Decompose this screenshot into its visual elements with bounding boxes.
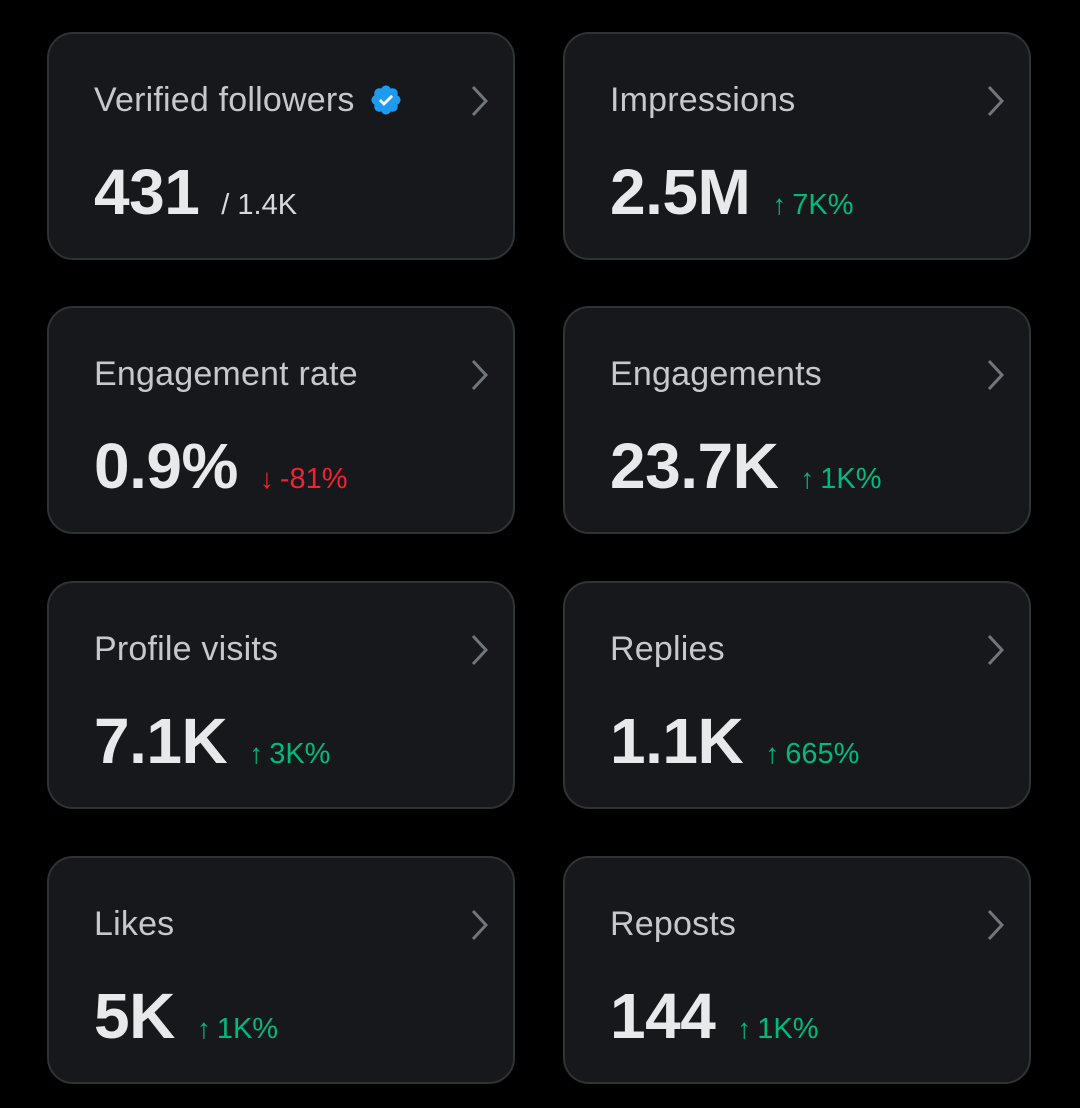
card-title: Engagement rate: [94, 355, 358, 393]
card-value: 0.9%: [94, 430, 238, 502]
change-value: -81%: [279, 463, 348, 495]
change-indicator: ↑ 1K%: [737, 1012, 818, 1046]
card-value-row: 23.7K ↑ 1K%: [610, 428, 882, 504]
card-value-row: 144 ↑ 1K%: [610, 978, 819, 1054]
chevron-right-icon: [471, 909, 489, 941]
arrow-down-icon: ↓: [259, 463, 274, 494]
change-indicator: ↑ 7K%: [772, 188, 853, 222]
change-value: 7K%: [792, 189, 854, 221]
card-title: Reposts: [610, 905, 737, 943]
change-indicator: ↑ 1K%: [800, 462, 881, 496]
arrow-up-icon: ↑: [737, 1013, 752, 1044]
change-value: 3K%: [269, 738, 331, 770]
card-value: 7.1K: [94, 705, 228, 777]
card-engagement-rate[interactable]: Engagement rate 0.9% ↓ -81%: [47, 306, 515, 534]
arrow-up-icon: ↑: [196, 1013, 211, 1044]
card-title: Replies: [610, 630, 725, 668]
card-value-row: 1.1K ↑ 665%: [610, 703, 859, 779]
arrow-up-icon: ↑: [772, 189, 787, 220]
change-value: 1K%: [757, 1013, 819, 1045]
card-value-row: 431 / 1.4K: [94, 154, 297, 230]
verified-badge-icon: [371, 85, 401, 115]
card-title-row: Engagement rate: [94, 354, 358, 394]
chevron-right-icon: [471, 634, 489, 666]
card-value: 144: [610, 980, 716, 1052]
card-title-row: Impressions: [610, 80, 795, 120]
arrow-up-icon: ↑: [800, 463, 815, 494]
analytics-grid: Verified followers 431 / 1.4K Impression…: [0, 0, 1080, 1108]
card-title: Profile visits: [94, 630, 279, 668]
card-value-row: 0.9% ↓ -81%: [94, 428, 348, 504]
chevron-right-icon: [471, 85, 489, 117]
card-title-row: Reposts: [610, 904, 736, 944]
card-impressions[interactable]: Impressions 2.5M ↑ 7K%: [563, 32, 1031, 260]
chevron-right-icon: [987, 359, 1005, 391]
card-title-row: Verified followers: [94, 80, 403, 120]
change-indicator: ↓ -81%: [260, 462, 348, 496]
card-reposts[interactable]: Reposts 144 ↑ 1K%: [563, 856, 1031, 1084]
card-value-row: 7.1K ↑ 3K%: [94, 703, 330, 779]
card-title-row: Likes: [94, 904, 174, 944]
card-total: / 1.4K: [221, 189, 298, 221]
card-title: Engagements: [610, 355, 823, 393]
card-value-row: 2.5M ↑ 7K%: [610, 154, 854, 230]
card-verified-followers[interactable]: Verified followers 431 / 1.4K: [47, 32, 515, 260]
card-value: 5K: [94, 980, 175, 1052]
chevron-right-icon: [987, 634, 1005, 666]
card-title: Likes: [94, 905, 175, 943]
change-indicator: ↑ 1K%: [197, 1012, 278, 1046]
card-value: 2.5M: [610, 156, 751, 228]
card-likes[interactable]: Likes 5K ↑ 1K%: [47, 856, 515, 1084]
arrow-up-icon: ↑: [765, 738, 780, 769]
change-indicator: ↑ 665%: [765, 737, 859, 771]
card-replies[interactable]: Replies 1.1K ↑ 665%: [563, 581, 1031, 809]
card-value: 1.1K: [610, 705, 744, 777]
change-value: 665%: [785, 738, 860, 770]
card-value: 431: [94, 156, 200, 228]
chevron-right-icon: [987, 909, 1005, 941]
card-title-row: Engagements: [610, 354, 822, 394]
card-engagements[interactable]: Engagements 23.7K ↑ 1K%: [563, 306, 1031, 534]
chevron-right-icon: [471, 359, 489, 391]
change-value: 1K%: [820, 463, 882, 495]
change-value: 1K%: [216, 1013, 279, 1045]
card-value: 23.7K: [610, 430, 779, 502]
arrow-up-icon: ↑: [249, 738, 264, 769]
card-title: Verified followers: [94, 81, 355, 119]
card-title: Impressions: [610, 81, 796, 119]
card-title-row: Replies: [610, 629, 725, 669]
card-profile-visits[interactable]: Profile visits 7.1K ↑ 3K%: [47, 581, 515, 809]
card-value-row: 5K ↑ 1K%: [94, 978, 278, 1054]
card-title-row: Profile visits: [94, 629, 278, 669]
chevron-right-icon: [987, 85, 1005, 117]
change-indicator: ↑ 3K%: [249, 737, 330, 771]
